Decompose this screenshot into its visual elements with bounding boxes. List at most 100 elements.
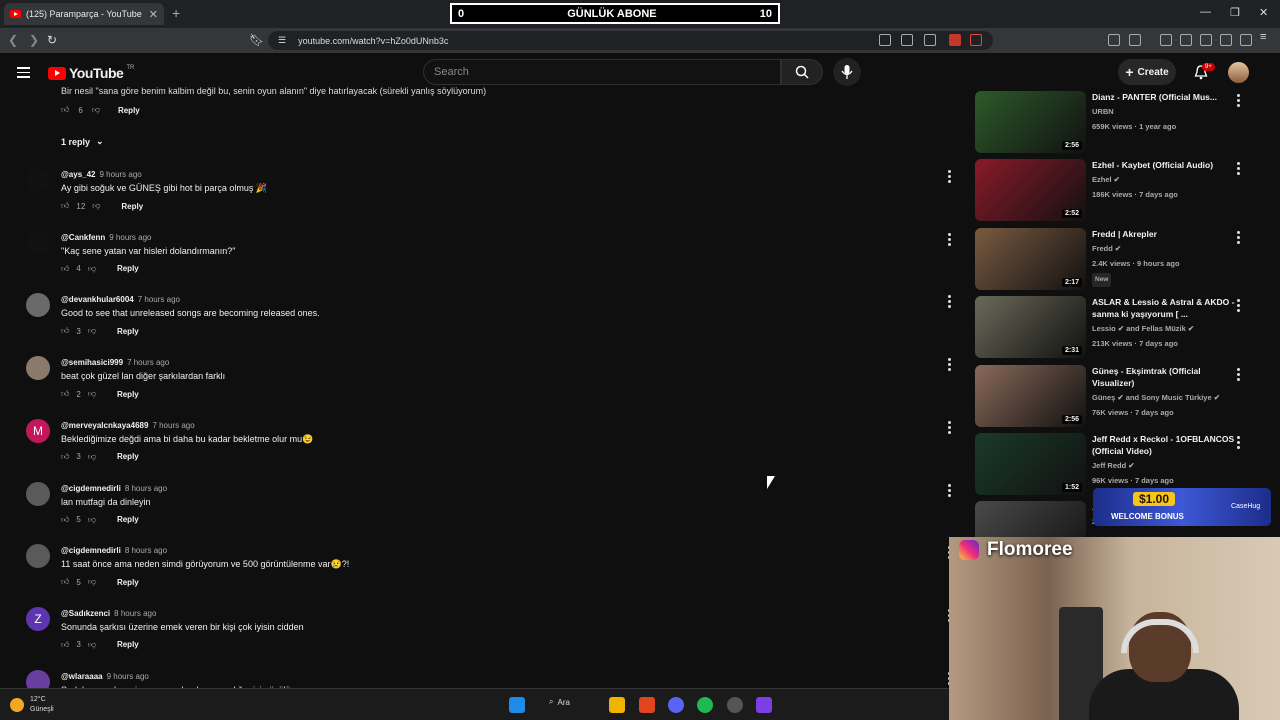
like-icon[interactable]: 👍︎ xyxy=(61,515,69,525)
comment-author[interactable]: @cigdemnedirli 8 hours ago xyxy=(61,546,167,555)
comment-menu-icon[interactable] xyxy=(948,358,951,373)
like-icon[interactable]: 👍︎ xyxy=(61,326,69,336)
brave-rewards-icon[interactable] xyxy=(970,34,982,46)
comment-menu-icon[interactable] xyxy=(948,483,951,499)
hamburger-menu-icon[interactable] xyxy=(17,67,30,81)
video-title[interactable]: Dianz - PANTER (Official Mus... xyxy=(1092,91,1244,103)
related-video[interactable]: 2:56 Dianz - PANTER (Official Mus... URBN 6… xyxy=(975,91,1265,157)
video-menu-icon[interactable] xyxy=(1237,367,1240,383)
comment-author[interactable]: @Cankfenn 9 hours ago xyxy=(61,233,152,242)
reply-button[interactable]: Reply xyxy=(117,452,139,461)
reply-button[interactable]: Reply xyxy=(121,202,143,211)
reply-button[interactable]: Reply xyxy=(117,327,139,336)
dislike-icon[interactable]: 👎︎ xyxy=(92,105,100,115)
like-icon[interactable]: 👍︎ xyxy=(61,452,69,462)
comment-author[interactable]: @Sadıkzenci 8 hours ago xyxy=(61,609,156,618)
bookmark-icon[interactable]: 🔖︎ xyxy=(249,33,264,47)
leo-icon[interactable] xyxy=(1220,34,1232,46)
dislike-icon[interactable]: 👎︎ xyxy=(88,577,96,587)
create-button[interactable]: + Create xyxy=(1118,59,1176,85)
video-thumbnail[interactable]: 2:17 xyxy=(975,227,1086,290)
cast-icon[interactable] xyxy=(901,34,913,46)
video-title[interactable]: Güneş - Ekşimtrak (Official Visualizer) xyxy=(1092,365,1244,389)
video-menu-icon[interactable] xyxy=(1237,162,1240,177)
video-channel[interactable]: URBN xyxy=(1092,106,1244,118)
new-tab-icon[interactable]: + xyxy=(172,5,180,21)
like-icon[interactable]: 👍︎ xyxy=(61,264,69,274)
commenter-avatar[interactable] xyxy=(26,230,50,255)
commenter-avatar[interactable] xyxy=(26,356,50,381)
forward-icon[interactable]: ❯ xyxy=(29,33,39,47)
video-channel[interactable]: Jeff Redd ✔ xyxy=(1092,460,1244,472)
video-thumbnail[interactable]: 1:52 xyxy=(975,433,1086,495)
vpn-icon[interactable] xyxy=(1240,34,1252,46)
video-menu-icon[interactable] xyxy=(1237,436,1240,451)
back-icon[interactable]: ❮ xyxy=(8,33,18,47)
video-thumbnail[interactable] xyxy=(975,501,1086,537)
video-title[interactable]: Ezhel - Kaybet (Official Audio) xyxy=(1092,159,1244,171)
close-tab-icon[interactable]: ✕ xyxy=(149,8,158,21)
maximize-icon[interactable]: ❐ xyxy=(1230,6,1240,19)
like-icon[interactable]: 👍︎ xyxy=(61,201,69,211)
video-thumbnail[interactable]: 2:56 xyxy=(975,91,1086,153)
related-video[interactable]: 2:52 Ezhel - Kaybet (Official Audio) Ezhel… xyxy=(975,159,1265,225)
commenter-avatar[interactable] xyxy=(26,544,50,569)
dislike-icon[interactable]: 👎︎ xyxy=(88,389,96,399)
share-icon[interactable] xyxy=(924,34,936,46)
comment-author[interactable]: @cigdemnedirli 8 hours ago xyxy=(61,484,167,493)
reply-button[interactable]: Reply xyxy=(117,515,139,524)
related-video[interactable]: 2:56 Güneş - Ekşimtrak (Official Visualiz… xyxy=(975,364,1265,431)
video-thumbnail[interactable]: 2:56 xyxy=(975,364,1086,427)
video-thumbnail[interactable]: 2:52 xyxy=(975,159,1086,222)
comment-menu-icon[interactable] xyxy=(948,170,951,185)
discord-icon[interactable] xyxy=(668,697,684,713)
reply-button[interactable]: Reply xyxy=(117,578,139,587)
obs-icon[interactable] xyxy=(756,697,772,713)
translate-icon[interactable] xyxy=(879,34,891,46)
close-window-icon[interactable]: ✕ xyxy=(1259,6,1268,19)
comment-author[interactable]: @merveyalcnkaya4689 7 hours ago xyxy=(61,421,195,430)
comment-author[interactable]: @devankhular6004 7 hours ago xyxy=(61,295,180,304)
video-menu-icon[interactable] xyxy=(1237,94,1240,109)
comment-author[interactable]: @wlaraaaa 9 hours ago xyxy=(61,672,149,681)
video-channel[interactable]: Lessio ✔ and Fellas Müzik ✔ xyxy=(1092,323,1244,335)
screenshot-icon[interactable] xyxy=(1129,34,1141,46)
commenter-avatar[interactable] xyxy=(26,481,50,506)
windows-start-icon[interactable] xyxy=(509,697,525,713)
commenter-avatar[interactable]: M xyxy=(26,418,50,443)
related-video[interactable]: 2:17 Fredd | Akrepler Fredd ✔ 2.4K views · … xyxy=(975,227,1265,294)
video-title[interactable]: Fredd | Akrepler xyxy=(1092,228,1244,240)
like-icon[interactable]: 👍︎ xyxy=(61,640,69,650)
dislike-icon[interactable]: 👎︎ xyxy=(88,264,96,274)
dislike-icon[interactable]: 👎︎ xyxy=(92,201,100,211)
video-channel[interactable]: Ezhel ✔ xyxy=(1092,174,1244,186)
minimize-icon[interactable]: — xyxy=(1200,6,1211,18)
brave-browser-icon[interactable] xyxy=(639,697,655,713)
music-icon[interactable] xyxy=(1160,34,1172,46)
comment-menu-icon[interactable] xyxy=(948,420,951,436)
dislike-icon[interactable]: 👎︎ xyxy=(88,515,96,525)
file-explorer-icon[interactable] xyxy=(609,697,625,713)
weather-widget[interactable]: 12°C Güneşli xyxy=(10,695,54,715)
comment-author[interactable]: @ays_42 9 hours ago xyxy=(61,170,142,179)
site-info-icon[interactable]: ☰ xyxy=(278,35,286,46)
commenter-avatar[interactable] xyxy=(26,293,50,318)
commenter-avatar[interactable] xyxy=(26,669,50,688)
browser-tab[interactable]: (125) Paramparça - YouTube ✕ xyxy=(4,3,164,25)
wallet-icon[interactable] xyxy=(1200,34,1212,46)
dislike-icon[interactable]: 👎︎ xyxy=(88,326,96,336)
dislike-icon[interactable]: 👎︎ xyxy=(88,640,96,650)
reload-icon[interactable]: ↻ xyxy=(47,33,57,47)
video-channel[interactable]: Güneş ✔ and Sony Music Türkiye ✔ xyxy=(1092,392,1244,404)
like-icon[interactable]: 👍︎ xyxy=(61,389,69,399)
like-icon[interactable]: 👍︎ xyxy=(61,577,69,587)
taskbar-search[interactable]: ⌕ Ara xyxy=(549,697,570,707)
app-icon[interactable] xyxy=(727,697,743,713)
commenter-avatar[interactable]: Z xyxy=(26,606,50,631)
dislike-icon[interactable]: 👎︎ xyxy=(88,452,96,462)
comment-menu-icon[interactable] xyxy=(948,232,951,248)
video-channel[interactable]: Fredd ✔ xyxy=(1092,243,1244,255)
reply-button[interactable]: Reply xyxy=(117,640,139,649)
spotify-icon[interactable] xyxy=(697,697,713,713)
video-menu-icon[interactable] xyxy=(1237,299,1240,314)
